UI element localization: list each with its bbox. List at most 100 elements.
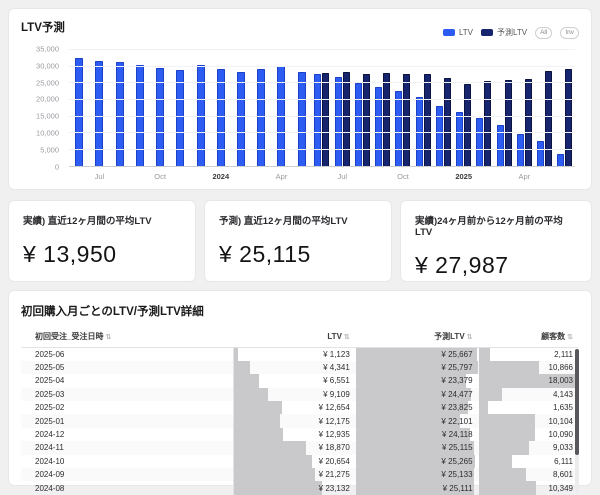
cell-value: ¥ 24,118 — [442, 430, 473, 439]
cell-pred: ¥ 23,825 — [356, 401, 479, 414]
cell-databar — [479, 361, 539, 374]
pred-ltv-bar-2025-04[interactable] — [525, 79, 532, 166]
x-axis-tick-label: 2024 — [212, 172, 229, 181]
cell-ltv: ¥ 6,551 — [233, 374, 356, 387]
x-axis-tick-label: Jul — [337, 172, 347, 181]
cell-pred: ¥ 25,133 — [356, 468, 479, 481]
x-axis-tick-label: 2025 — [455, 172, 472, 181]
pred-ltv-bar-2024-12[interactable] — [444, 78, 451, 166]
ltv-bar-2024-08[interactable] — [355, 83, 362, 166]
sort-icon: ⇅ — [467, 334, 473, 341]
cell-pred: ¥ 24,118 — [356, 428, 479, 441]
cell-month: 2024-10 — [21, 455, 233, 468]
plot-area — [69, 49, 575, 167]
table-scrollbar-thumb[interactable] — [575, 349, 579, 455]
cell-value: ¥ 23,825 — [441, 403, 472, 412]
sort-icon: ⇅ — [567, 334, 573, 341]
cell-databar — [234, 428, 283, 441]
cell-databar — [234, 468, 315, 481]
cell-value: ¥ 1,123 — [323, 350, 350, 359]
cell-databar — [479, 348, 491, 361]
ltv-bar-2024-07[interactable] — [335, 77, 342, 166]
cell-value: ¥ 25,667 — [441, 350, 472, 359]
cell-pred: ¥ 25,667 — [356, 348, 479, 361]
pred-ltv-bar-2025-03[interactable] — [505, 80, 512, 166]
pred-ltv-bar-2024-10[interactable] — [403, 74, 410, 166]
ltv-bar-2025-02[interactable] — [476, 118, 483, 166]
table-row-2025-04[interactable]: 2025-04¥ 6,551¥ 23,37918,003 — [21, 374, 579, 387]
x-axis-tick-label: Apr — [519, 172, 531, 181]
cell-pred: ¥ 25,115 — [356, 441, 479, 454]
kpi-label: 実績)24ヶ月前から12ヶ月前の平均LTV — [415, 213, 577, 238]
table-row-2025-02[interactable]: 2025-02¥ 12,654¥ 23,8251,635 — [21, 401, 579, 414]
ltv-bar-2024-06[interactable] — [314, 74, 321, 166]
table-row-2025-05[interactable]: 2025-05¥ 4,341¥ 25,79710,866 — [21, 361, 579, 374]
cell-databar — [234, 388, 269, 401]
ltv-bar-2023-11[interactable] — [176, 70, 184, 166]
cell-cust: 8,601 — [479, 468, 579, 481]
cell-cust: 2,111 — [479, 348, 579, 361]
legend-item-ltv[interactable]: LTV — [443, 28, 473, 37]
cell-value: ¥ 6,551 — [323, 376, 350, 385]
table-row-2024-09[interactable]: 2024-09 ¥ 21,275 ¥ 25,1338,601 — [21, 468, 579, 481]
cell-value: 18,003 — [549, 376, 573, 385]
cell-databar — [234, 401, 282, 414]
cell-value: ¥ 4,341 — [323, 363, 350, 372]
gridline — [69, 149, 575, 150]
ltv-bar-2025-04[interactable] — [517, 134, 524, 165]
pred-ltv-bar-2025-05[interactable] — [545, 71, 552, 166]
ltv-bar-2023-08[interactable] — [116, 62, 124, 166]
sort-icon: ⇅ — [344, 334, 350, 341]
legend-item-pred-ltv[interactable]: 予測LTV — [481, 27, 527, 38]
pred-ltv-bar-2024-08[interactable] — [363, 74, 370, 166]
table-row-2025-03[interactable]: 2025-03¥ 9,109¥ 24,4774,143 — [21, 388, 579, 401]
ltv-bar-2024-11[interactable] — [416, 97, 423, 166]
chart-title: LTV予測 — [21, 19, 65, 35]
table-row-2024-11[interactable]: 2024-11¥ 18,870¥ 25,1159,033 — [21, 441, 579, 454]
table-row-2025-06[interactable]: 2025-06¥ 1,123¥ 25,6672,111 — [21, 348, 579, 361]
cell-value: 4,143 — [553, 390, 573, 399]
cell-databar — [479, 428, 535, 441]
ltv-bar-2024-01[interactable] — [217, 69, 225, 166]
range-inv-button[interactable]: Inv — [560, 27, 579, 39]
column-header-month[interactable]: 初回受注_受注日時⇅ — [21, 327, 233, 348]
kpi-value: ¥ 13,950 — [23, 241, 181, 268]
table-row-2024-10[interactable]: 2024-10¥ 20,654¥ 25,2656,111 — [21, 455, 579, 468]
ltv-bar-2024-05[interactable] — [298, 72, 306, 166]
ltv-bar-2023-07[interactable] — [95, 61, 103, 166]
pred-ltv-bar-2024-06[interactable] — [322, 73, 329, 166]
cell-value: ¥ 25,115 — [442, 443, 473, 452]
ltv-bar-2025-05[interactable] — [537, 141, 544, 165]
ltv-bar-2024-10[interactable] — [395, 91, 402, 166]
pred-ltv-bar-2025-02[interactable] — [484, 81, 491, 166]
kpi-card-predicted-avg-ltv: 予測) 直近12ヶ月間の平均LTV ¥ 25,115 — [204, 200, 392, 282]
ltv-bar-2025-06[interactable] — [557, 154, 564, 166]
cell-month: 2024-09 — [21, 468, 233, 481]
column-header-cust[interactable]: 顧客数⇅ — [479, 327, 579, 348]
kpi-value: ¥ 27,987 — [415, 252, 577, 279]
pred-ltv-bar-2024-11[interactable] — [424, 74, 431, 166]
cell-databar — [479, 481, 536, 494]
cell-cust: 10,104 — [479, 414, 579, 427]
cell-cust: 10,349 — [479, 481, 579, 494]
column-header-pred[interactable]: 予測LTV⇅ — [356, 327, 479, 348]
cell-databar — [479, 468, 527, 481]
range-all-button[interactable]: All — [535, 27, 552, 39]
cell-value: 10,866 — [549, 363, 573, 372]
cell-ltv: ¥ 9,109 — [233, 388, 356, 401]
pred-ltv-bar-2025-01[interactable] — [464, 84, 471, 166]
ltv-bar-2024-02[interactable] — [237, 72, 245, 166]
ltv-bar-2024-03[interactable] — [257, 69, 265, 166]
table-row-2024-08[interactable]: 2024-08¥ 23,132¥ 25,11110,349 — [21, 481, 579, 494]
table-row-2025-01[interactable]: 2025-01¥ 12,175¥ 22,10110,104 — [21, 414, 579, 427]
kpi-card-actual-avg-ltv: 実績) 直近12ヶ月間の平均LTV ¥ 13,950 — [8, 200, 196, 282]
ltv-bar-2025-01[interactable] — [456, 112, 463, 166]
cell-value: ¥ 21,275 — [319, 470, 350, 479]
column-header-ltv[interactable]: LTV⇅ — [233, 327, 356, 348]
ltv-swatch-icon — [443, 29, 455, 36]
cell-cust: 6,111 — [479, 455, 579, 468]
pred-ltv-bar-2024-07[interactable] — [343, 72, 350, 166]
cell-value: ¥ 18,870 — [319, 443, 350, 452]
table-row-2024-12[interactable]: 2024-12¥ 12,935¥ 24,11810,090 — [21, 428, 579, 441]
pred-ltv-bar-2024-09[interactable] — [383, 73, 390, 166]
